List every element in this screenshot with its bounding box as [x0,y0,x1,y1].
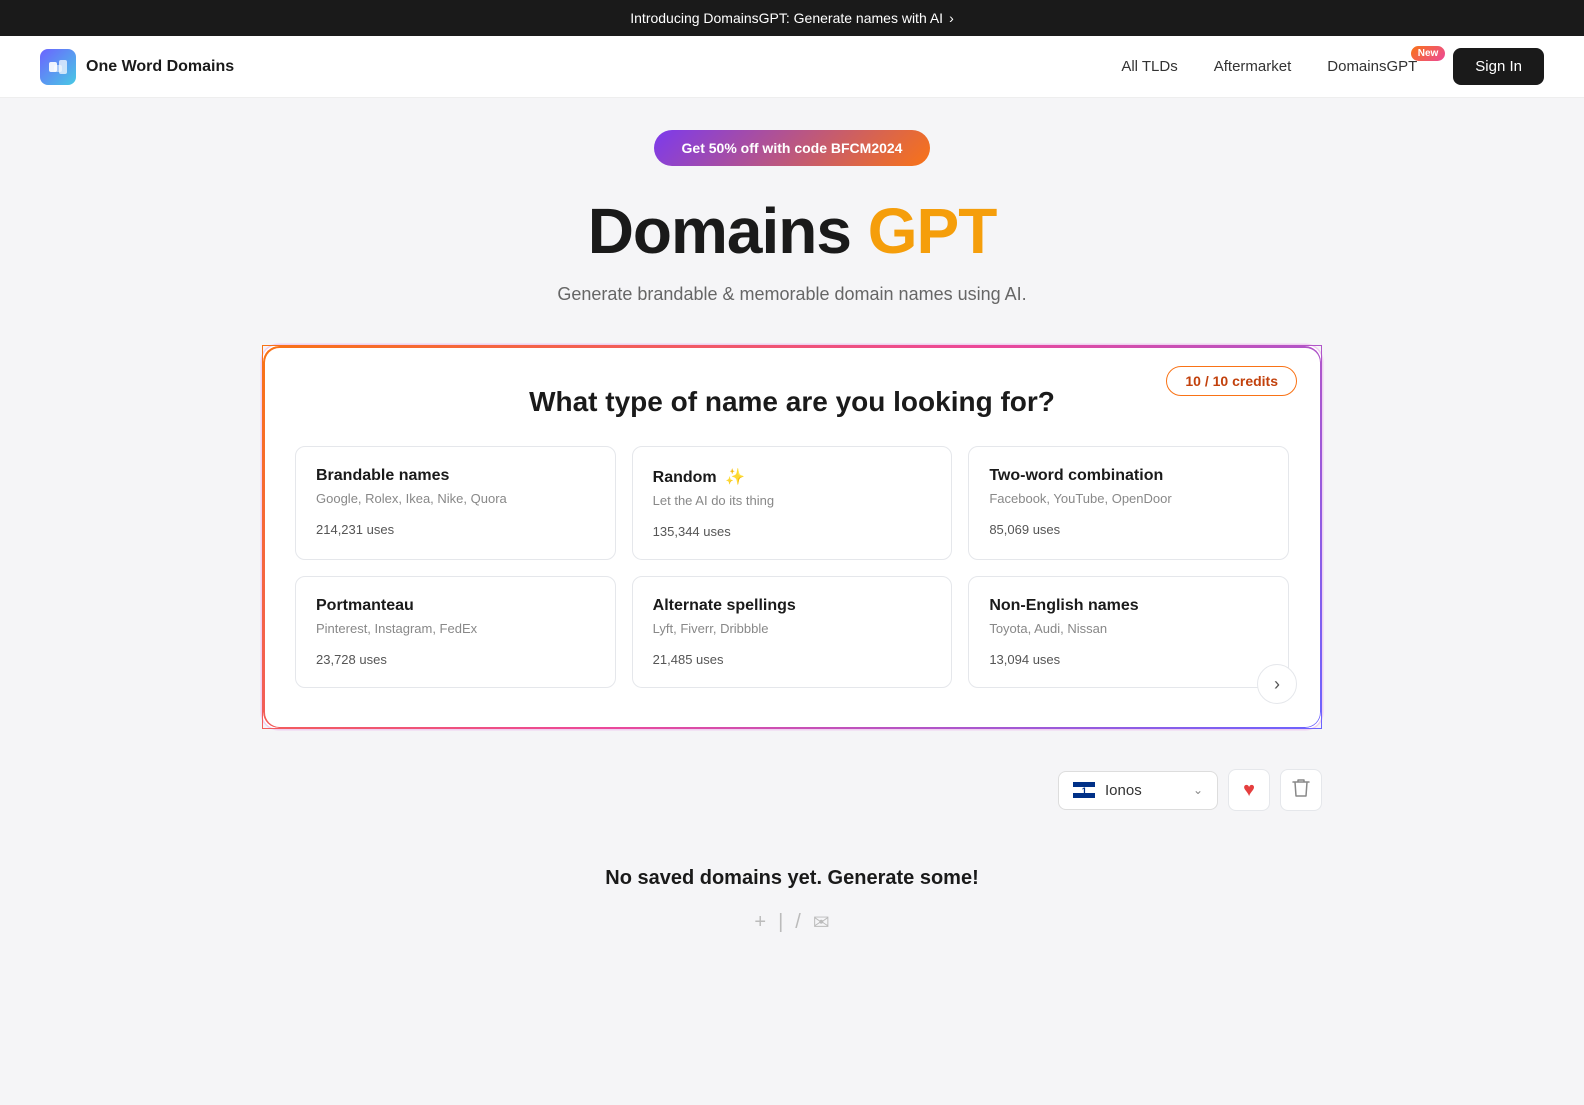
name-card-random-subtitle: Let the AI do its thing [653,493,932,508]
name-card-random-title: Random ✨ [653,467,932,487]
heart-icon: ♥ [1243,779,1255,802]
nav-links: All TLDs Aftermarket DomainsGPT New Sign… [1121,48,1544,85]
sign-in-button[interactable]: Sign In [1453,48,1544,85]
name-card-brandable-uses: 214,231 uses [316,522,595,537]
next-arrow-button[interactable]: › [1257,664,1297,704]
no-saved-section: No saved domains yet. Generate some! + |… [585,847,998,955]
hero-subtitle: Generate brandable & memorable domain na… [557,284,1026,305]
name-card-alternate-title: Alternate spellings [653,597,932,615]
announcement-bar[interactable]: Introducing DomainsGPT: Generate names w… [0,0,1584,36]
trash-button[interactable] [1280,769,1322,811]
navbar: One Word Domains All TLDs Aftermarket Do… [0,36,1584,98]
logo-icon [40,49,76,85]
decorative-icon-envelope: ✉ [813,910,830,935]
name-card-two-word[interactable]: Two-word combination Facebook, YouTube, … [968,446,1289,560]
no-saved-text: No saved domains yet. Generate some! [605,867,978,890]
name-card-alternate-subtitle: Lyft, Fiverr, Dribbble [653,621,932,636]
name-card-random[interactable]: Random ✨ Let the AI do its thing 135,344… [632,446,953,560]
decorative-icon-line: | [778,911,783,934]
nav-all-tlds[interactable]: All TLDs [1121,58,1177,75]
name-card-two-word-subtitle: Facebook, YouTube, OpenDoor [989,491,1268,506]
logo-text: One Word Domains [86,58,234,76]
next-arrow-icon: › [1274,674,1280,695]
announcement-arrow: › [949,10,954,26]
name-card-alternate[interactable]: Alternate spellings Lyft, Fiverr, Dribbb… [632,576,953,688]
name-card-portmanteau-title: Portmanteau [316,597,595,615]
name-cards-grid: Brandable names Google, Rolex, Ikea, Nik… [295,446,1289,688]
card-panel: 10 / 10 credits What type of name are yo… [262,345,1322,729]
announcement-text: Introducing DomainsGPT: Generate names w… [630,10,943,26]
name-card-two-word-uses: 85,069 uses [989,522,1268,537]
decorative-icon-plus: + [754,911,766,934]
name-card-brandable-title: Brandable names [316,467,595,485]
hero-title-gpt: GPT [868,195,997,267]
name-card-non-english-title: Non-English names [989,597,1268,615]
bottom-toolbar: 1 Ionos ⌄ ♥ [262,769,1322,811]
name-card-non-english-subtitle: Toyota, Audi, Nissan [989,621,1268,636]
name-card-non-english[interactable]: Non-English names Toyota, Audi, Nissan 1… [968,576,1289,688]
nav-domainsgpt[interactable]: DomainsGPT [1327,58,1417,75]
no-saved-icons: + | / ✉ [605,910,978,935]
hero-title-part1: Domains [588,195,868,267]
chevron-down-icon: ⌄ [1193,783,1203,797]
registrar-name: Ionos [1105,782,1183,799]
main-content: Get 50% off with code BFCM2024 Domains G… [0,98,1584,955]
heart-button[interactable]: ♥ [1228,769,1270,811]
sparkle-icon: ✨ [725,467,745,487]
registrar-select[interactable]: 1 Ionos ⌄ [1058,771,1218,810]
name-card-portmanteau[interactable]: Portmanteau Pinterest, Instagram, FedEx … [295,576,616,688]
name-card-portmanteau-subtitle: Pinterest, Instagram, FedEx [316,621,595,636]
promo-pill[interactable]: Get 50% off with code BFCM2024 [654,130,931,166]
hero-title: Domains GPT [588,194,997,268]
credits-button[interactable]: 10 / 10 credits [1166,366,1297,396]
name-card-two-word-title: Two-word combination [989,467,1268,485]
name-card-brandable-subtitle: Google, Rolex, Ikea, Nike, Quora [316,491,595,506]
name-card-portmanteau-uses: 23,728 uses [316,652,595,667]
registrar-flag-icon: 1 [1073,782,1095,798]
name-card-non-english-uses: 13,094 uses [989,652,1268,667]
new-badge: New [1411,46,1446,61]
nav-aftermarket[interactable]: Aftermarket [1214,58,1292,75]
name-card-random-uses: 135,344 uses [653,524,932,539]
logo-area[interactable]: One Word Domains [40,49,234,85]
panel-title: What type of name are you looking for? [295,386,1289,418]
name-card-brandable[interactable]: Brandable names Google, Rolex, Ikea, Nik… [295,446,616,560]
nav-domainsgpt-wrapper: DomainsGPT New [1327,58,1417,75]
svg-text:1: 1 [1082,786,1087,796]
name-card-alternate-uses: 21,485 uses [653,652,932,667]
decorative-icon-slash: / [795,911,801,934]
trash-icon [1292,778,1310,803]
